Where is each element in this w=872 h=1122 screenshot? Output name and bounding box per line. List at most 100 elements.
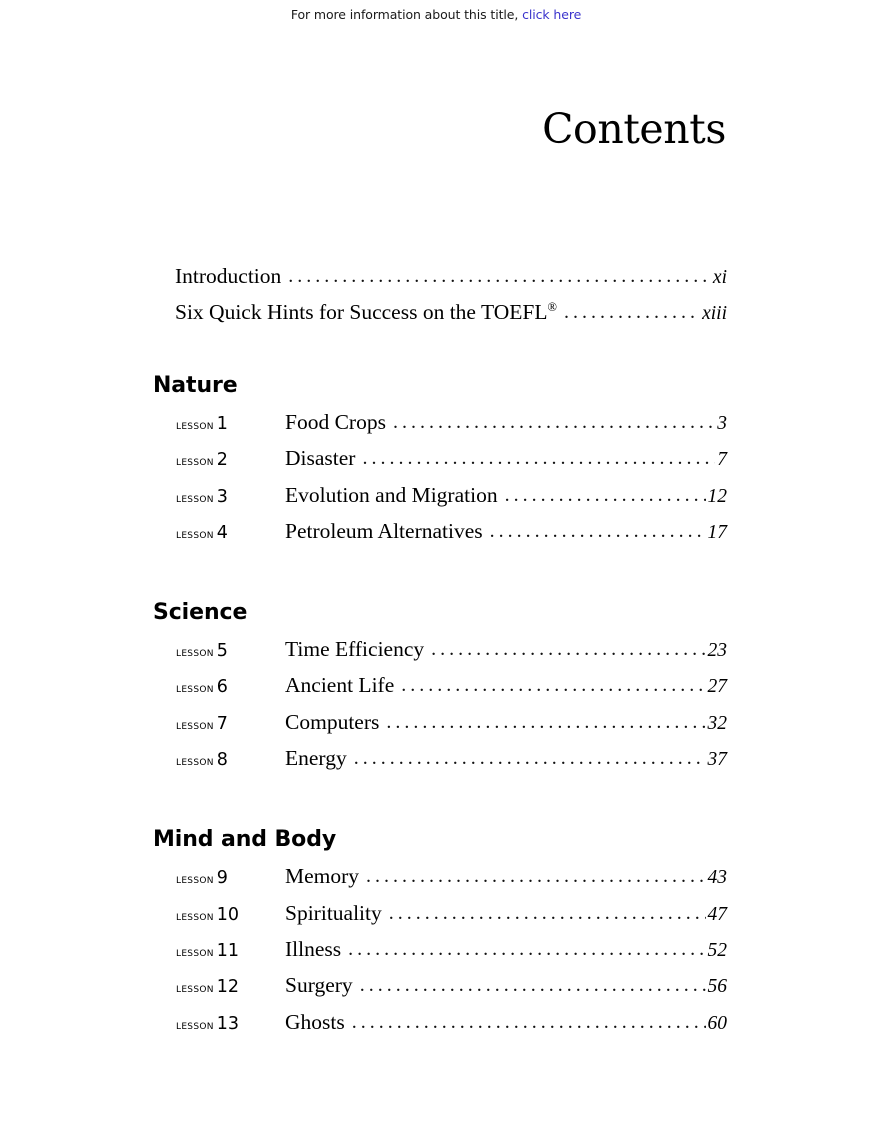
lesson-word: LESSON xyxy=(176,907,214,923)
lesson-title: Food Crops xyxy=(285,410,386,434)
lesson-word: LESSON xyxy=(176,417,214,432)
lesson-tag: LESSON 1 xyxy=(176,406,285,443)
dot-leader xyxy=(354,740,706,776)
dot-leader xyxy=(386,704,705,740)
toc-page: For more information about this title, c… xyxy=(0,0,872,1122)
dot-leader xyxy=(505,477,706,513)
page-number: 3 xyxy=(717,413,727,434)
front-matter-label: Six Quick Hints for Success on the TOEFL… xyxy=(175,299,557,324)
toc-lesson-entry[interactable]: LESSON7Computers32 xyxy=(176,704,727,740)
page-number: 32 xyxy=(707,712,728,734)
toc-lesson-entry[interactable]: LESSON6Ancient Life27 xyxy=(176,667,727,703)
lesson-word: LESSON xyxy=(176,1016,214,1032)
lesson-number: 2 xyxy=(216,450,228,471)
lesson-number: 10 xyxy=(216,904,240,925)
lesson-title: Surgery xyxy=(285,973,353,998)
lesson-number: 13 xyxy=(216,1013,240,1034)
dot-leader xyxy=(564,294,700,330)
lesson-tag: LESSON 8 xyxy=(176,742,285,779)
toc-lesson-entry[interactable]: LESSON11Illness52 xyxy=(176,931,727,967)
lesson-word: LESSON xyxy=(176,453,214,469)
lesson-tag: LESSON 5 xyxy=(176,633,285,670)
front-matter-label: Introduction xyxy=(175,264,282,288)
toc-section: ScienceLESSON5Time Efficiency23LESSON6An… xyxy=(0,600,872,776)
lesson-number: 11 xyxy=(216,940,240,961)
page-number: 47 xyxy=(707,903,728,925)
lesson-tag: LESSON 4 xyxy=(176,515,285,552)
toc-lesson-entry[interactable]: LESSON12Surgery 56 xyxy=(176,967,727,1003)
lesson-list: LESSON1Food Crops3LESSON2Disaster7LESSON… xyxy=(0,404,872,549)
page-number: 56 xyxy=(707,976,728,998)
dot-leader xyxy=(366,858,705,894)
page-number: 43 xyxy=(707,867,728,889)
toc-lesson-entry[interactable]: LESSON4Petroleum Alternatives17 xyxy=(176,513,727,549)
lesson-title: Ghosts xyxy=(285,1009,345,1034)
lesson-tag: LESSON 12 xyxy=(176,969,285,1006)
lesson-tag: LESSON 6 xyxy=(176,669,285,706)
lesson-title: Petroleum Alternatives xyxy=(285,518,483,543)
lesson-number: 8 xyxy=(216,750,228,771)
dot-leader xyxy=(401,667,705,703)
toc-lesson-entry[interactable]: LESSON13Ghosts60 xyxy=(176,1004,727,1040)
toc-lesson-entry[interactable]: LESSON9Memory43 xyxy=(176,858,727,894)
lesson-word: LESSON xyxy=(176,680,214,696)
page-number: 27 xyxy=(707,676,728,698)
lesson-word: LESSON xyxy=(176,943,214,959)
lesson-word: LESSON xyxy=(176,753,214,769)
lesson-list: LESSON5Time Efficiency23LESSON6Ancient L… xyxy=(0,631,872,776)
lesson-number: 6 xyxy=(216,677,228,698)
page-number: xi xyxy=(712,267,727,288)
page-number: 7 xyxy=(717,449,727,471)
click-here-link[interactable]: click here xyxy=(522,7,581,22)
lesson-number: 5 xyxy=(216,641,228,662)
lesson-tag: LESSON 9 xyxy=(176,860,285,897)
page-number: xiii xyxy=(702,303,727,324)
more-information-text: For more information about this title, xyxy=(290,7,519,22)
lesson-tag: LESSON 13 xyxy=(176,1006,285,1043)
dot-leader xyxy=(360,967,706,1003)
lesson-title: Ancient Life xyxy=(285,673,395,698)
lesson-word: LESSON xyxy=(176,644,214,660)
toc-front-matter-entry[interactable]: Six Quick Hints for Success on the TOEFL… xyxy=(175,294,727,330)
lesson-tag: LESSON 3 xyxy=(176,479,285,516)
toc-section: NatureLESSON1Food Crops3LESSON2Disaster7… xyxy=(0,373,872,549)
more-information-line: For more information about this title, c… xyxy=(0,7,872,22)
toc-lesson-entry[interactable]: LESSON1Food Crops3 xyxy=(176,404,727,440)
lesson-word: LESSON xyxy=(176,716,214,732)
toc-lesson-entry[interactable]: LESSON10Spirituality47 xyxy=(176,895,727,931)
table-of-contents: Introduction xi Six Quick Hints for Succes… xyxy=(0,258,872,1040)
toc-front-matter-entry[interactable]: Introduction xi xyxy=(175,258,727,294)
toc-lesson-entry[interactable]: LESSON2Disaster7 xyxy=(176,440,727,476)
lesson-title: Energy xyxy=(285,746,347,771)
lesson-tag: LESSON 2 xyxy=(176,442,285,479)
lesson-title: Time Efficiency xyxy=(285,637,425,662)
section-list: NatureLESSON1Food Crops3LESSON2Disaster7… xyxy=(0,373,872,1040)
toc-lesson-entry[interactable]: LESSON8Energy37 xyxy=(176,740,727,776)
lesson-word: LESSON xyxy=(176,871,214,887)
dot-leader xyxy=(393,404,715,440)
dot-leader xyxy=(490,513,706,549)
lesson-number: 1 xyxy=(216,414,228,434)
dot-leader xyxy=(431,631,705,667)
page-number: 12 xyxy=(707,485,728,507)
section-heading: Mind and Body xyxy=(153,827,337,853)
lesson-tag: LESSON 10 xyxy=(176,897,285,934)
dot-leader xyxy=(389,895,706,931)
lesson-number: 7 xyxy=(216,713,228,734)
lesson-word: LESSON xyxy=(176,525,214,541)
toc-lesson-entry[interactable]: LESSON3Evolution and Migration 12 xyxy=(176,477,727,513)
dot-leader xyxy=(362,440,715,476)
lesson-number: 9 xyxy=(216,868,228,889)
front-matter-list: Introduction xi Six Quick Hints for Succes… xyxy=(0,258,872,330)
page-number: 23 xyxy=(707,640,728,662)
dot-leader xyxy=(288,258,711,294)
lesson-tag: LESSON 7 xyxy=(176,706,285,743)
lesson-title: Memory xyxy=(285,864,360,889)
lesson-tag: LESSON 11 xyxy=(176,933,285,970)
section-heading: Nature xyxy=(153,373,238,398)
lesson-title: Evolution and Migration xyxy=(285,482,498,507)
toc-lesson-entry[interactable]: LESSON5Time Efficiency23 xyxy=(176,631,727,667)
page-title: Contents xyxy=(542,105,726,153)
lesson-title: Disaster xyxy=(285,446,356,471)
lesson-number: 12 xyxy=(216,977,240,998)
